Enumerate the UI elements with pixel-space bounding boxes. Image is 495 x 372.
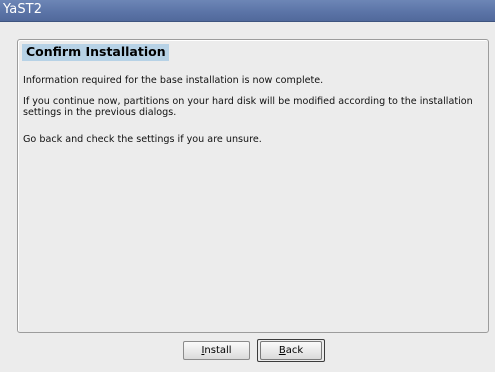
dialog-heading: Confirm Installation — [22, 44, 169, 61]
confirm-panel: Confirm Installation Information require… — [17, 39, 489, 333]
button-bar: Install Back — [0, 339, 495, 369]
install-button[interactable]: Install — [183, 341, 250, 360]
title-bar[interactable]: YaST2 — [0, 0, 495, 22]
default-button-frame: Back — [257, 339, 325, 362]
back-button-label: ack — [285, 345, 304, 356]
yast2-window: YaST2 Confirm Installation Information r… — [0, 0, 495, 372]
info-text: Information required for the base instal… — [23, 75, 324, 86]
advice-text: Go back and check the settings if you ar… — [23, 134, 262, 145]
dialog-body: Confirm Installation Information require… — [0, 22, 495, 372]
install-button-label: nstall — [204, 345, 232, 356]
warning-text: If you continue now, partitions on your … — [23, 96, 473, 118]
window-title: YaST2 — [3, 2, 43, 17]
back-button[interactable]: Back — [260, 341, 322, 360]
back-button-mnemonic: B — [278, 345, 286, 356]
